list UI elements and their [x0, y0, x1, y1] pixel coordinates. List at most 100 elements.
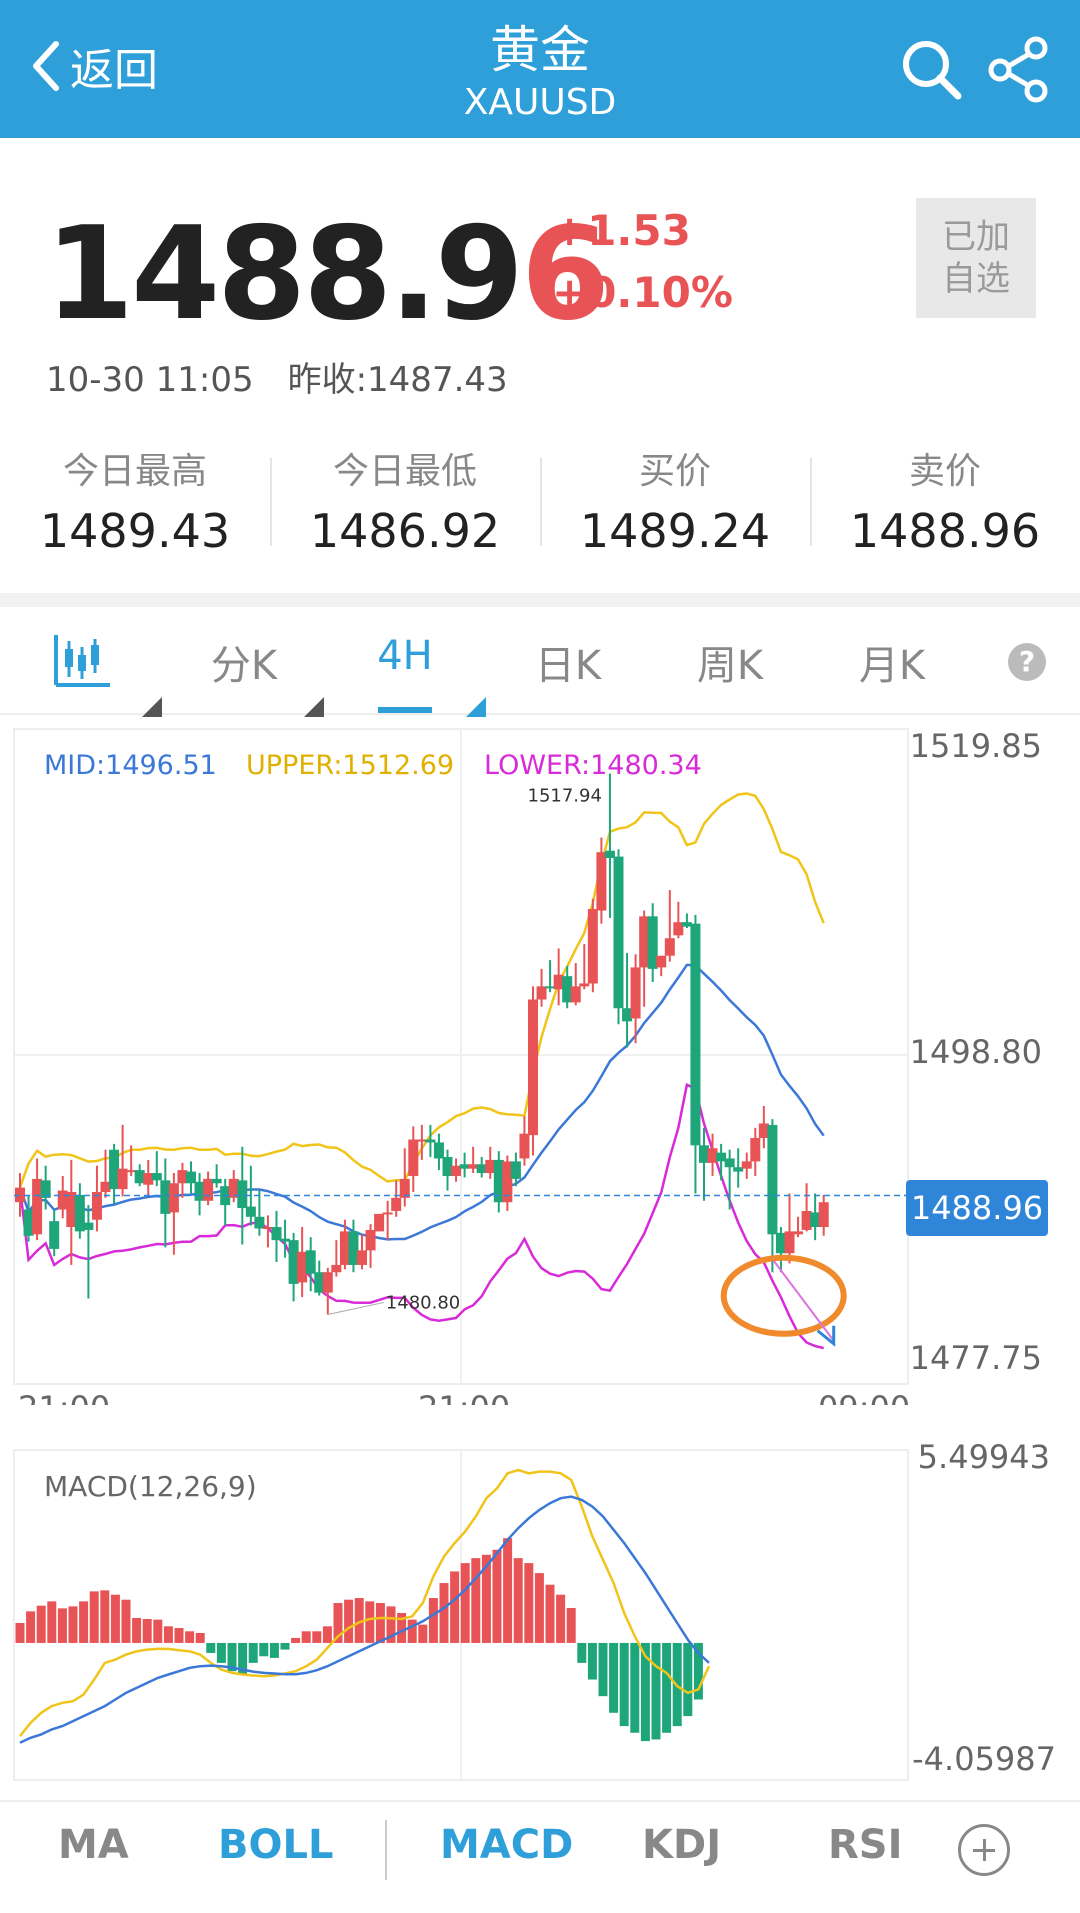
tab-kdj[interactable]: KDJ — [642, 1822, 721, 1868]
candle-body — [664, 938, 675, 956]
macd-bar — [524, 1563, 534, 1643]
macd-bar — [110, 1594, 120, 1643]
candle-body — [297, 1251, 308, 1283]
candle-body — [724, 1158, 735, 1168]
candle-body — [288, 1240, 299, 1284]
macd-bar — [121, 1599, 131, 1643]
candle-body — [57, 1190, 68, 1210]
macd-bar — [651, 1642, 661, 1740]
candle-body — [818, 1202, 829, 1228]
macd-bar — [280, 1642, 290, 1650]
candle-body — [331, 1264, 342, 1273]
macd-bar — [322, 1626, 332, 1643]
macd-bar — [100, 1590, 110, 1643]
stat-label: 今日最高 — [62, 451, 207, 492]
period-tabs: 分K 4H 日K 周K 月K ? — [0, 607, 1080, 717]
candle-body — [211, 1178, 222, 1184]
candle-body — [254, 1216, 265, 1229]
macd-bar — [407, 1619, 417, 1643]
macd-bar — [163, 1626, 173, 1643]
tab-day-k[interactable]: 日K — [508, 633, 628, 691]
macd-bar — [630, 1642, 640, 1733]
candle-body — [49, 1221, 60, 1249]
candle-body — [134, 1170, 145, 1184]
macd-bar — [79, 1601, 89, 1643]
candle-body — [305, 1250, 316, 1274]
candle-body — [168, 1183, 179, 1213]
candle-body — [630, 967, 641, 1019]
candlestick-icon — [54, 635, 110, 687]
macd-bar — [471, 1558, 481, 1643]
quote-time: 10-30 11:05 — [46, 360, 254, 400]
legend-lower: LOWER:1480.34 — [484, 750, 702, 781]
macd-bar — [68, 1606, 78, 1643]
dropdown-corner-icon — [466, 697, 486, 717]
search-button[interactable] — [896, 34, 966, 104]
candle-body — [775, 1232, 786, 1254]
macd-bar — [662, 1642, 672, 1733]
macd-bar — [566, 1608, 576, 1643]
candle-body — [716, 1152, 727, 1162]
candle-body — [613, 856, 624, 1009]
macd-bar — [185, 1631, 195, 1643]
candle-body — [510, 1161, 521, 1179]
stat-value: 1489.43 — [39, 504, 231, 558]
candlestick-chart[interactable]: 1517.94 1480.80 MID:1496.51 UPPER:1512.69… — [0, 715, 1080, 1405]
macd-bar — [206, 1642, 216, 1653]
candle-body — [203, 1178, 214, 1201]
add-circle-icon[interactable] — [958, 1824, 1010, 1876]
min-price-label: 1480.80 — [386, 1293, 460, 1314]
macd-bar — [142, 1618, 152, 1643]
price-change-percent: +0.10% — [552, 268, 733, 317]
tab-week-k[interactable]: 周K — [670, 633, 790, 691]
macd-bar — [492, 1549, 502, 1643]
macd-bar — [26, 1611, 36, 1643]
macd-bar — [598, 1642, 608, 1697]
candle-body — [186, 1171, 196, 1184]
tab-boll[interactable]: BOLL — [218, 1822, 333, 1868]
tab-ma[interactable]: MA — [58, 1822, 129, 1868]
watchlist-button[interactable]: 已加 自选 — [916, 198, 1036, 318]
candle-body — [100, 1181, 111, 1193]
candle-body — [468, 1164, 479, 1169]
candle-body — [570, 986, 581, 1003]
chart-type-button[interactable] — [52, 633, 112, 695]
y-tick-label: 5.49943 — [918, 1440, 1050, 1476]
candle-body — [408, 1139, 419, 1176]
active-tab-indicator — [378, 707, 432, 713]
macd-chart[interactable]: MACD(12,26,9) 5.49943 -4.05987 — [0, 1440, 1080, 1790]
macd-bar — [503, 1538, 513, 1643]
tab-minute-k[interactable]: 分K — [184, 633, 304, 691]
macd-bar — [36, 1605, 46, 1643]
candle-body — [485, 1159, 496, 1174]
search-icon — [903, 41, 962, 100]
stats-row: 今日最高 1489.43 今日最低 1486.92 买价 1489.24 卖价 … — [0, 438, 1080, 568]
y-tick-label: 1519.85 — [910, 727, 1042, 765]
macd-bar — [89, 1591, 99, 1643]
y-tick-label: 1498.80 — [910, 1033, 1042, 1071]
macd-bar — [344, 1599, 354, 1643]
macd-bar — [153, 1619, 163, 1643]
stat-day-high: 今日最高 1489.43 — [0, 438, 270, 568]
candle-body — [793, 1231, 804, 1235]
candle-body — [151, 1173, 162, 1181]
section-divider — [0, 593, 1080, 607]
price-change: +1.53 — [552, 206, 691, 255]
candle-body — [339, 1231, 350, 1265]
candle-body — [322, 1272, 333, 1293]
candle-body — [622, 1008, 633, 1022]
tab-4h[interactable]: 4H — [345, 633, 465, 679]
tab-rsi[interactable]: RSI — [828, 1822, 903, 1868]
x-tick-label: 09:00 — [818, 1389, 910, 1405]
share-button[interactable] — [984, 34, 1054, 104]
macd-bar — [248, 1642, 258, 1663]
tab-macd[interactable]: MACD — [440, 1822, 573, 1868]
candle-body — [656, 955, 667, 968]
candle-body — [587, 909, 598, 984]
macd-bar — [460, 1563, 470, 1643]
previous-close: 昨收:1487.43 — [287, 360, 508, 400]
quote-panel: 1488.96 +1.53 +0.10% 已加 自选 10-30 11:05 昨收… — [0, 138, 1080, 593]
candle-body — [348, 1231, 359, 1265]
tab-month-k[interactable]: 月K — [832, 633, 952, 691]
help-icon[interactable]: ? — [1008, 643, 1046, 681]
